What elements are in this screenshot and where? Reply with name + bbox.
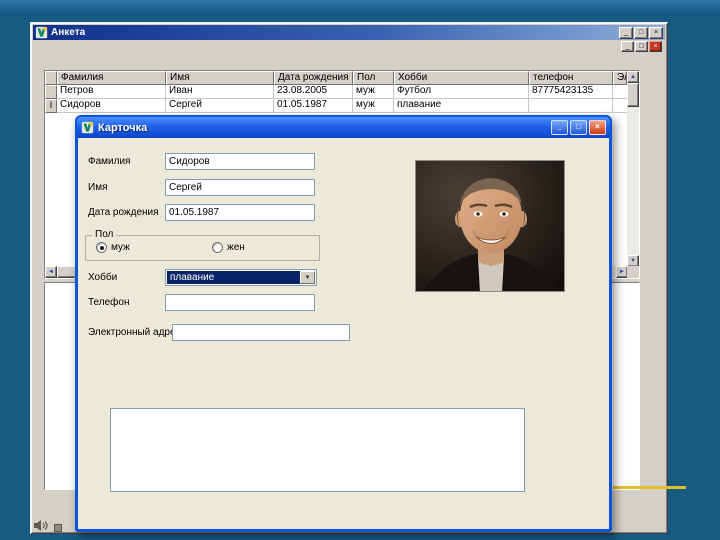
grid-header-sex[interactable]: Пол xyxy=(353,71,394,85)
surname-label: Фамилия xyxy=(88,156,131,167)
child-window-controls: _ □ × xyxy=(620,41,662,52)
row-indicator xyxy=(45,85,57,99)
child-restore-button[interactable]: □ xyxy=(635,41,648,52)
radio-label: муж xyxy=(111,242,130,253)
cell-surname[interactable]: Петров xyxy=(57,85,166,99)
dialog-app-icon xyxy=(81,121,94,134)
sex-groupbox: Пол муж жен xyxy=(85,229,320,261)
cell-phone[interactable]: 87775423135 xyxy=(529,85,613,99)
slide-accent-line xyxy=(613,486,686,489)
cell-birthdate[interactable]: 01.05.1987 xyxy=(274,99,353,113)
cell-phone[interactable] xyxy=(529,99,613,113)
cell-sex[interactable]: муж xyxy=(353,99,394,113)
firstname-label: Имя xyxy=(88,182,108,193)
phone-input[interactable] xyxy=(165,294,315,311)
dialog-minimize-button[interactable]: _ xyxy=(551,120,568,135)
sex-option-male[interactable]: муж xyxy=(96,242,130,253)
dialog-close-button[interactable]: × xyxy=(589,120,606,135)
cell-hobby[interactable]: Футбол xyxy=(394,85,529,99)
sex-label: Пол xyxy=(92,229,117,240)
speaker-icon[interactable] xyxy=(33,519,49,532)
system-tray-icons xyxy=(33,519,62,532)
grid-header-birthdate[interactable]: Дата рождения xyxy=(274,71,353,85)
cell-hobby[interactable]: плавание xyxy=(394,99,529,113)
minimize-button[interactable]: _ xyxy=(619,26,633,39)
active-row-marker: I xyxy=(45,99,57,113)
grid-header-surname[interactable]: Фамилия xyxy=(57,71,166,85)
scroll-left-icon[interactable]: ◄ xyxy=(45,266,57,278)
hobby-dropdown-button[interactable]: ▼ xyxy=(300,271,315,284)
birthdate-label: Дата рождения xyxy=(88,207,159,218)
birthdate-input[interactable] xyxy=(165,204,315,221)
tray-mini-icon[interactable] xyxy=(54,524,62,532)
vertical-scroll-thumb[interactable] xyxy=(627,83,639,107)
dialog-title: Карточка xyxy=(98,121,148,134)
scroll-up-icon[interactable]: ▲ xyxy=(627,71,639,83)
grid-header-firstname[interactable]: Имя xyxy=(166,71,274,85)
sex-option-female[interactable]: жен xyxy=(212,242,245,253)
cell-email[interactable] xyxy=(613,99,627,113)
dialog-titlebar[interactable]: Карточка _ □ × xyxy=(77,117,610,138)
card-dialog: Карточка _ □ × Фамилия Имя Дата рождения… xyxy=(75,115,612,532)
cell-sex[interactable]: муж xyxy=(353,85,394,99)
grid-header-phone[interactable]: телефон xyxy=(529,71,613,85)
slide-background: Анкета _ □ × _ □ × Фамилия Имя Дата рожд… xyxy=(0,0,720,540)
main-window-titlebar[interactable]: Анкета _ □ × xyxy=(33,25,665,40)
dialog-memo[interactable] xyxy=(110,408,525,492)
child-minimize-button[interactable]: _ xyxy=(621,41,634,52)
maximize-button[interactable]: □ xyxy=(634,26,648,39)
hobby-selected-value: плавание xyxy=(167,271,300,284)
grid-header-row: Фамилия Имя Дата рождения Пол Хобби теле… xyxy=(45,71,639,85)
dialog-maximize-button[interactable]: □ xyxy=(570,120,587,135)
child-close-button[interactable]: × xyxy=(649,41,662,52)
grid-row[interactable]: Петров Иван 23.08.2005 муж Футбол 877754… xyxy=(45,85,639,99)
grid-vertical-scrollbar[interactable]: ▲ ▼ xyxy=(627,71,639,267)
hobby-label: Хобби xyxy=(88,272,118,283)
grid-row-active[interactable]: I Сидоров Сергей 01.05.1987 муж плавание xyxy=(45,99,639,113)
dropdown-arrow-icon: ▼ xyxy=(304,275,311,281)
phone-label: Телефон xyxy=(88,297,130,308)
cell-email[interactable] xyxy=(613,85,627,99)
cell-firstname[interactable]: Сергей xyxy=(166,99,274,113)
email-label: Электронный адрес xyxy=(88,327,181,338)
main-window-title: Анкета xyxy=(51,27,86,38)
grid-corner-cell xyxy=(45,71,57,85)
close-button[interactable]: × xyxy=(649,26,663,39)
cell-firstname[interactable]: Иван xyxy=(166,85,274,99)
grid-header-hobby[interactable]: Хобби xyxy=(394,71,529,85)
radio-icon xyxy=(212,242,223,253)
cell-birthdate[interactable]: 23.08.2005 xyxy=(274,85,353,99)
portrait-photo xyxy=(415,160,565,292)
firstname-input[interactable] xyxy=(165,179,315,196)
surname-input[interactable] xyxy=(165,153,315,170)
app-icon xyxy=(35,26,48,39)
radio-label: жен xyxy=(227,242,245,253)
email-input[interactable] xyxy=(172,324,350,341)
cell-surname[interactable]: Сидоров xyxy=(57,99,166,113)
grid-header-email[interactable]: Элект xyxy=(613,71,627,85)
radio-selected-icon xyxy=(96,242,107,253)
hobby-combobox[interactable]: плавание ▼ xyxy=(165,269,317,286)
scrollbar-corner xyxy=(627,266,639,278)
